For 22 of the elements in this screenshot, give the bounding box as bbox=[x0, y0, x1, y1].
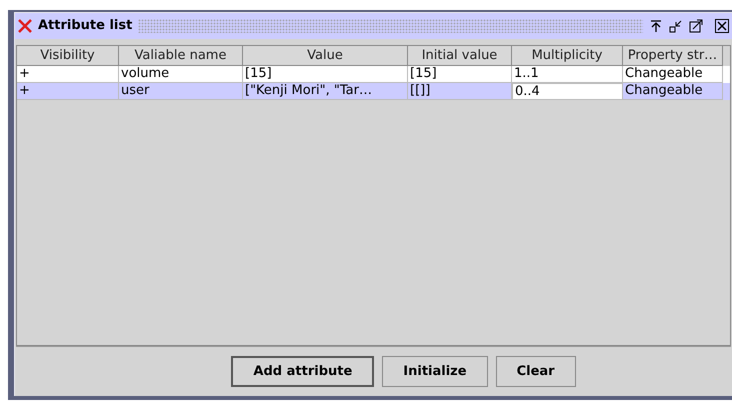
close-box-icon[interactable] bbox=[715, 19, 729, 33]
action-button[interactable]: Initialize bbox=[382, 356, 488, 387]
table-cell: Changeable bbox=[623, 83, 723, 100]
window-title: Attribute list bbox=[38, 17, 132, 36]
column-header[interactable]: Visibility bbox=[17, 46, 119, 66]
table-cell: ["Kenji Mori", "Tar… bbox=[243, 83, 408, 100]
column-header[interactable]: Valiable name bbox=[119, 46, 243, 66]
column-header[interactable]: Multiplicity bbox=[512, 46, 623, 66]
action-button[interactable]: Add attribute bbox=[231, 356, 374, 387]
column-header[interactable]: Initial value bbox=[408, 46, 512, 66]
table-row[interactable]: + user ["Kenji Mori", "Tar… [[]] 0..4 Changeable bbox=[17, 83, 730, 100]
minimize-icon[interactable] bbox=[669, 19, 683, 33]
table-row[interactable]: + volume [15] [15] 1..1 Changeable bbox=[17, 66, 730, 83]
column-header[interactable]: Property str… bbox=[623, 46, 723, 66]
column-header[interactable]: Value bbox=[243, 46, 408, 66]
maximize-icon[interactable] bbox=[689, 19, 703, 33]
table-cell: user bbox=[119, 83, 243, 100]
close-icon[interactable] bbox=[18, 19, 32, 33]
pin-icon[interactable] bbox=[649, 19, 663, 33]
table-cell: + bbox=[17, 83, 119, 100]
table-cell: 0..4 bbox=[512, 83, 623, 100]
action-button[interactable]: Clear bbox=[496, 356, 576, 387]
